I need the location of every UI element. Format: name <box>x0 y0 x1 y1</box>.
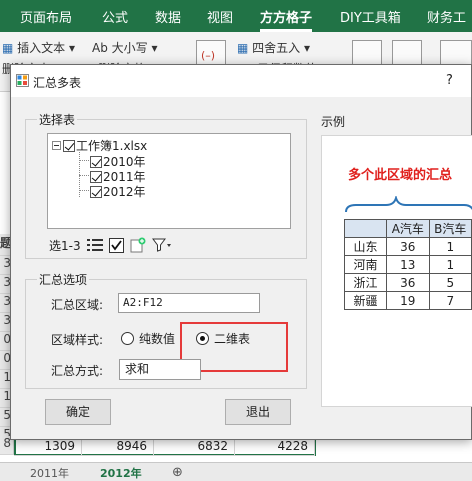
tab-diy-toolbox[interactable]: DIY工具箱 <box>340 7 401 26</box>
radio-plain-values[interactable]: 纯数值 <box>121 330 175 347</box>
check-all-icon[interactable] <box>108 237 124 253</box>
collapse-icon[interactable] <box>52 141 61 150</box>
ribbon-tab-bar: 页面布局 公式 数据 视图 方方格子 DIY工具箱 财务工 <box>0 0 472 32</box>
example-panel: 多个此区域的汇总 A汽车 B汽车 山东 36 1 河南 13 1 浙江 36 5… <box>321 135 472 407</box>
method-select[interactable]: 求和 <box>119 359 201 380</box>
example-cell: 浙江 <box>343 273 388 292</box>
sheet-tab-bar: 2011年 2012年 ⊕ <box>0 462 472 481</box>
example-cell: 山东 <box>343 237 388 256</box>
add-sheet-icon[interactable] <box>130 237 146 253</box>
tree-toolbar: 选1-3 <box>49 235 172 255</box>
tree-root-label: 工作簿1.xlsx <box>76 139 148 153</box>
example-cell: 13 <box>386 255 430 274</box>
checkbox[interactable] <box>90 185 102 198</box>
tree-item-2012[interactable]: 2012年 <box>90 183 146 200</box>
example-cell: 5 <box>428 273 472 292</box>
sheet-tab-2011[interactable]: 2011年 <box>30 465 69 481</box>
example-cell: 36 <box>386 273 430 292</box>
example-header-cell <box>343 219 388 238</box>
dialog-title: 汇总多表 <box>33 76 82 90</box>
example-cell: 河南 <box>343 255 388 274</box>
tab-data[interactable]: 数据 <box>155 7 181 26</box>
tree-line <box>79 175 89 176</box>
checkbox[interactable] <box>90 170 102 183</box>
tree-root[interactable]: 工作簿1.xlsx <box>52 137 147 154</box>
select-sheets-label: 选择表 <box>37 111 78 128</box>
help-button[interactable]: ? <box>446 73 453 88</box>
app-icon <box>16 74 29 87</box>
summary-options-label: 汇总选项 <box>37 271 90 288</box>
example-cell: 7 <box>428 291 472 310</box>
checkbox[interactable] <box>90 155 102 168</box>
example-table: A汽车 B汽车 山东 36 1 河南 13 1 浙江 36 5 新疆 19 7 <box>343 219 472 310</box>
insert-text-button[interactable]: ▦ 插入文本 ▾ <box>2 39 75 56</box>
tree-line <box>79 190 89 191</box>
table-cell[interactable]: 8946 <box>82 438 154 456</box>
brace-icon <box>345 196 472 213</box>
range-label: 汇总区域: <box>51 298 104 312</box>
sheet-tab-2012[interactable]: 2012年 <box>100 465 142 481</box>
example-cell: 19 <box>386 291 430 310</box>
table-cell[interactable]: 1309 <box>14 438 82 456</box>
round-button[interactable]: ▦ 四舍五入 ▾ <box>237 39 310 56</box>
example-cell: 36 <box>386 237 430 256</box>
list-icon[interactable] <box>86 238 103 252</box>
tab-page-layout[interactable]: 页面布局 <box>20 7 72 26</box>
example-cell: 1 <box>428 255 472 274</box>
table-cell[interactable]: 4228 <box>235 438 315 456</box>
example-cell: 1 <box>428 237 472 256</box>
tab-formulas[interactable]: 公式 <box>102 7 128 26</box>
dialog-titlebar: 汇总多表 ? <box>11 65 471 97</box>
example-header-cell: B汽车 <box>428 219 472 238</box>
filter-icon[interactable] <box>151 238 172 252</box>
summary-dialog: 汇总多表 ? 选择表 工作簿1.xlsx 2010年 2011年 2012年 选… <box>10 64 472 440</box>
range-input[interactable]: A2:F12 <box>118 293 260 313</box>
selection-count: 选1-3 <box>49 238 81 253</box>
sheet-tree[interactable]: 工作簿1.xlsx 2010年 2011年 2012年 <box>47 133 291 229</box>
checkbox[interactable] <box>63 139 75 152</box>
case-button[interactable]: Ab 大小写 ▾ <box>92 39 158 56</box>
ok-button[interactable]: 确定 <box>45 399 111 425</box>
method-label: 汇总方式: <box>51 364 104 378</box>
tab-fangfang[interactable]: 方方格子 <box>260 7 313 32</box>
tab-view[interactable]: 视图 <box>207 7 233 26</box>
exit-button[interactable]: 退出 <box>225 399 291 425</box>
tab-finance[interactable]: 财务工 <box>427 7 466 26</box>
example-title: 多个此区域的汇总 <box>348 168 453 183</box>
example-cell: 新疆 <box>343 291 388 310</box>
example-header-cell: A汽车 <box>386 219 430 238</box>
add-sheet-icon[interactable]: ⊕ <box>172 465 183 480</box>
example-label: 示例 <box>321 115 346 129</box>
style-label: 区域样式: <box>51 333 104 347</box>
radio-circle[interactable] <box>121 332 134 345</box>
table-cell[interactable]: 6832 <box>154 438 235 456</box>
tree-line <box>79 160 89 161</box>
